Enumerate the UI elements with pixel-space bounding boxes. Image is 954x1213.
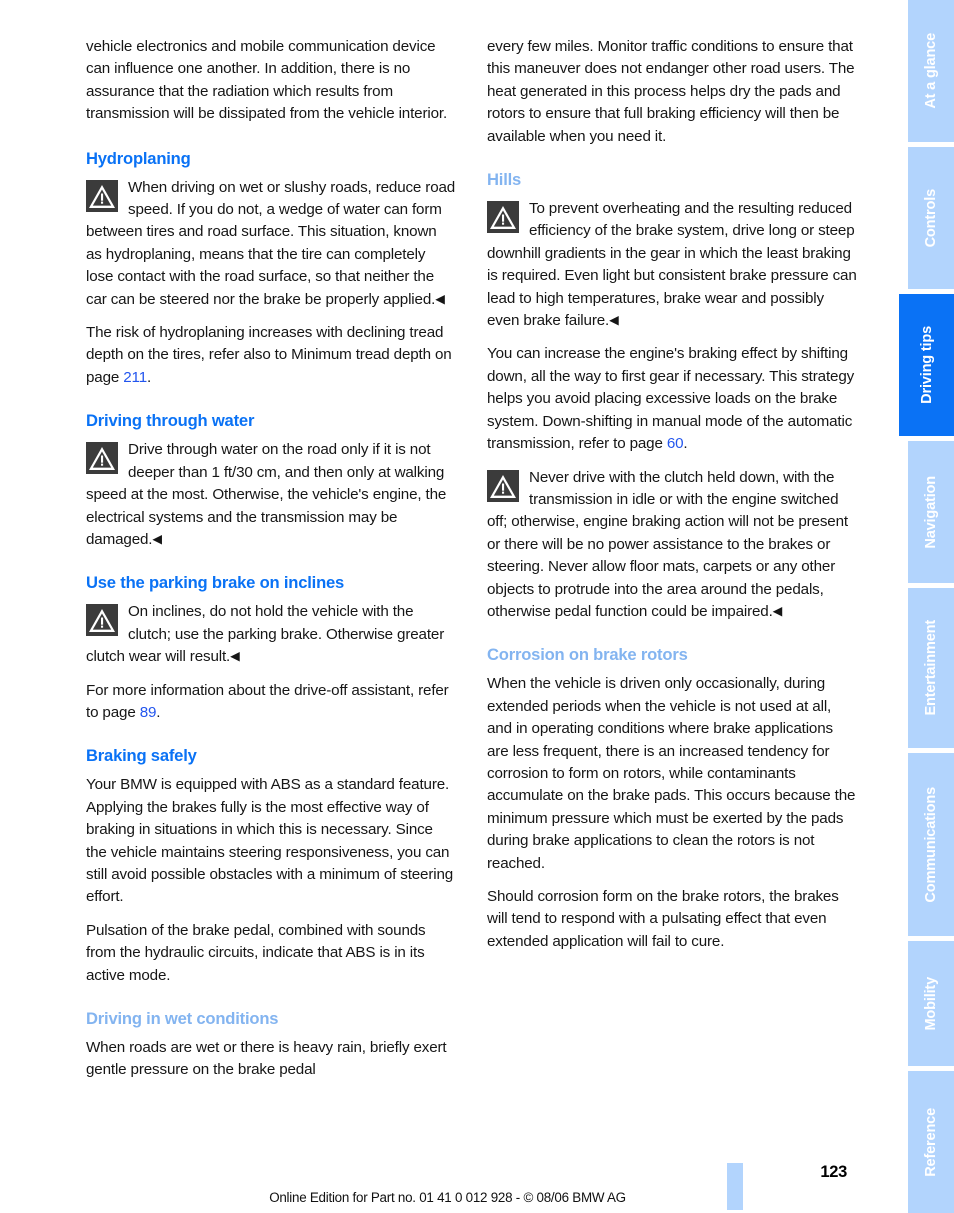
warning-triangle-icon (86, 604, 118, 637)
sidebar-tab-navigation[interactable]: Navigation (908, 441, 954, 583)
page-reference-link-211[interactable]: 211 (123, 369, 147, 386)
sidebar-tab-reference[interactable]: Reference (908, 1071, 954, 1213)
warning-text-hills: To prevent overheating and the resulting… (487, 200, 857, 330)
warning-block-hills: To prevent overheating and the resulting… (487, 198, 857, 332)
sidebar-tab-entertainment[interactable]: Entertainment (908, 588, 954, 748)
warning-triangle-icon (86, 179, 118, 212)
paragraph-engine-braking: You can increase the engine's braking ef… (487, 343, 857, 455)
page-reference-link-60[interactable]: 60 (667, 435, 684, 452)
sidebar-tab-label: Communications (923, 786, 939, 903)
paragraph-continued-right: every few miles. Monitor traffic conditi… (487, 38, 855, 145)
sidebar-tab-label: Driving tips (918, 326, 935, 404)
sidebar-tab-controls[interactable]: Controls (908, 147, 954, 289)
warning-block-clutch: Never drive with the clutch held down, w… (487, 467, 857, 624)
heading-hills: Hills (487, 170, 522, 190)
sidebar-tab-communications[interactable]: Communications (908, 753, 954, 936)
warning-triangle-icon (86, 442, 118, 475)
paragraph-hydroplaning-tread: The risk of hydroplaning increases with … (86, 322, 456, 389)
paragraph-corrosion-1: When the vehicle is driven only occasion… (487, 675, 856, 872)
section-tabs-sidebar: At a glance Controls Driving tips Naviga… (895, 0, 954, 1213)
paragraph-braking-safely-1: Your BMW is equipped with ABS as a stand… (86, 776, 454, 906)
heading-driving-wet-conditions: Driving in wet conditions (86, 1009, 279, 1028)
warning-triangle-icon (487, 469, 519, 502)
paragraph-braking-safely-2: Pulsation of the brake pedal, combined w… (86, 921, 426, 984)
sidebar-tab-label: At a glance (923, 33, 939, 109)
end-marker-icon: ◀ (772, 603, 783, 618)
sidebar-tab-label: Entertainment (923, 620, 939, 716)
sidebar-tab-driving-tips[interactable]: Driving tips (899, 294, 954, 436)
sidebar-tab-mobility[interactable]: Mobility (908, 941, 954, 1066)
end-marker-icon: ◀ (609, 313, 619, 328)
page-footer: 123 Online Edition for Part no. 01 41 0 … (0, 1154, 895, 1213)
paragraph-drive-off-assistant-post: . (156, 703, 161, 721)
two-column-body: vehicle electronics and mobile communica… (86, 36, 858, 1093)
manual-page: vehicle electronics and mobile communica… (0, 0, 895, 1213)
sidebar-tab-label: Mobility (923, 976, 939, 1031)
end-marker-icon: ◀ (230, 649, 240, 664)
end-marker-icon: ◀ (152, 531, 162, 546)
sidebar-tab-label: Reference (923, 1107, 939, 1177)
warning-text-hydroplaning: When driving on wet or slushy roads, red… (86, 178, 456, 308)
warning-text-driving-through-water: Drive through water on the road only if … (86, 441, 447, 548)
warning-text-parking-brake: On inclines, do not hold the vehicle wit… (86, 603, 445, 666)
heading-corrosion-brake-rotors: Corrosion on brake rotors (487, 645, 688, 665)
footer-edition-note: Online Edition for Part no. 01 41 0 012 … (269, 1190, 626, 1205)
heading-braking-safely: Braking safely (86, 746, 197, 766)
paragraph-drive-off-assistant: For more information about the drive-off… (86, 680, 456, 725)
heading-driving-through-water: Driving through water (86, 411, 255, 431)
warning-block-driving-through-water: Drive through water on the road only if … (86, 439, 456, 551)
sidebar-tab-at-a-glance[interactable]: At a glance (908, 0, 954, 142)
warning-text-clutch: Never drive with the clutch held down, w… (487, 468, 848, 620)
paragraph-corrosion-2: Should corrosion form on the brake rotor… (487, 888, 839, 950)
paragraph-hydroplaning-tread-post: . (147, 368, 152, 386)
sidebar-tab-label: Controls (923, 188, 939, 248)
warning-block-parking-brake: On inclines, do not hold the vehicle wit… (86, 601, 456, 668)
heading-parking-brake-inclines: Use the parking brake on inclines (86, 573, 345, 593)
right-column: every few miles. Monitor traffic conditi… (487, 36, 857, 1093)
sidebar-tab-label: Navigation (923, 475, 939, 549)
page-reference-link-89[interactable]: 89 (140, 704, 157, 721)
warning-block-hydroplaning: When driving on wet or slushy roads, red… (86, 177, 456, 311)
paragraph-continued-left: vehicle electronics and mobile communica… (86, 38, 448, 123)
page-number: 123 (820, 1163, 847, 1181)
paragraph-wet-conditions-1: When roads are wet or there is heavy rai… (86, 1039, 447, 1079)
left-column: vehicle electronics and mobile communica… (86, 36, 456, 1093)
end-marker-icon: ◀ (435, 291, 445, 306)
paragraph-engine-braking-post: . (683, 435, 688, 453)
heading-hydroplaning: Hydroplaning (86, 148, 191, 168)
warning-triangle-icon (487, 201, 519, 234)
